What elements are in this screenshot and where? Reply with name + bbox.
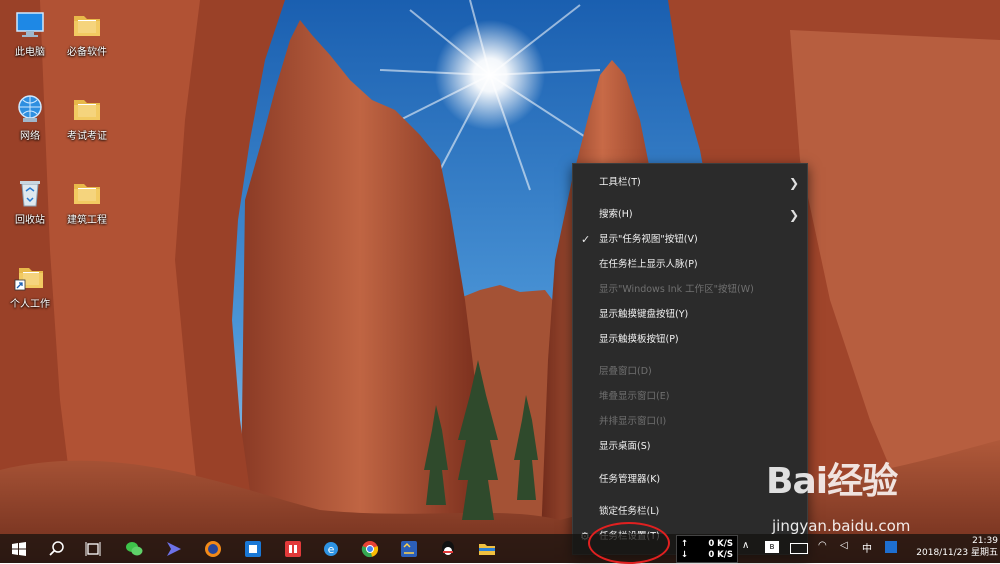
desktop-icon-label: 回收站 <box>15 215 45 226</box>
folder-shortcut-icon <box>14 268 43 291</box>
clock-date: 2018/11/23 星期五 <box>916 548 998 558</box>
file-explorer-icon <box>479 544 495 555</box>
menu-item-search[interactable]: 搜索(H) ❯ <box>573 204 807 226</box>
firefox-icon <box>205 541 221 557</box>
menu-item-show-people[interactable]: 在任务栏上显示人脉(P) <box>573 254 807 276</box>
taskbar-app-file-explorer[interactable] <box>474 536 500 561</box>
menu-item-side-by-side-windows: 并排显示窗口(I) <box>599 416 667 427</box>
taskbar-app-wechat[interactable] <box>121 536 147 561</box>
baidu-watermark: Bai经验 jingyan.baidu.com <box>766 452 986 542</box>
taskbar-app-firefox[interactable] <box>200 536 226 561</box>
user-tray-icon[interactable] <box>885 541 897 553</box>
menu-item-stack-windows: 堆叠显示窗口(E) <box>599 391 670 402</box>
task-view-icon <box>85 542 101 556</box>
system-clock[interactable]: 21:39 2018/11/23 星期五 <box>908 535 998 559</box>
app-icon <box>401 541 417 557</box>
desktop-icon-label: 网络 <box>20 131 40 142</box>
desktop-icon-label: 个人工作 <box>10 299 50 310</box>
upload-arrow-icon: ↑ <box>681 539 689 549</box>
svg-text:e: e <box>328 543 335 556</box>
desktop-icon-construction-engineering[interactable]: 建筑工程 <box>57 176 117 227</box>
computer-icon <box>16 12 44 37</box>
menu-item-show-touchpad[interactable]: 显示触摸板按钮(P) <box>573 329 807 351</box>
folder-icon <box>74 184 100 204</box>
wechat-icon <box>126 542 143 556</box>
watermark-url: jingyan.baidu.com <box>772 517 911 535</box>
app-store-icon <box>245 541 261 557</box>
baidu-tray-icon[interactable]: B <box>765 541 779 553</box>
search-button[interactable] <box>44 536 70 561</box>
network-speed-widget[interactable]: ↑ 0 K/S ↓ 0 K/S <box>676 535 738 563</box>
upload-speed: 0 K/S <box>708 539 733 549</box>
network-icon <box>18 95 42 122</box>
battery-icon[interactable] <box>790 543 808 554</box>
taskbar-app-store[interactable] <box>240 536 266 561</box>
taskbar-app-2[interactable] <box>396 536 422 561</box>
desktop-icon-personal-work[interactable]: 个人工作 <box>0 260 60 311</box>
desktop-icon-recycle-bin[interactable]: 回收站 <box>0 176 60 227</box>
netease-icon <box>285 541 301 557</box>
desktop-icon-label: 建筑工程 <box>67 215 107 226</box>
taskbar-app-1[interactable] <box>161 536 187 561</box>
desktop-icon-label: 必备软件 <box>67 47 107 58</box>
folder-icon <box>74 16 100 36</box>
desktop-icon-exam-certificates[interactable]: 考试考证 <box>57 92 117 143</box>
download-arrow-icon: ↓ <box>681 550 689 560</box>
menu-item-cascade-windows: 层叠窗口(D) <box>599 366 652 377</box>
watermark-brand: Bai经验 <box>766 461 898 502</box>
tray-overflow-chevron-icon[interactable]: ∧ <box>742 540 749 551</box>
chrome-icon <box>361 541 379 558</box>
menu-item-show-windows-ink: 显示"Windows Ink 工作区"按钮(W) <box>599 284 754 295</box>
check-icon: ✓ <box>581 233 591 246</box>
menu-item-toolbars[interactable]: 工具栏(T) ❯ <box>573 172 807 194</box>
clock-time: 21:39 <box>972 536 998 546</box>
start-button[interactable] <box>6 536 32 561</box>
desktop-icon-label: 此电脑 <box>15 47 45 58</box>
taskbar-app-ie[interactable]: e <box>318 536 344 561</box>
desktop-icon-network[interactable]: 网络 <box>0 92 60 143</box>
menu-item-show-task-view-button[interactable]: ✓ 显示"任务视图"按钮(V) <box>573 229 807 251</box>
taskbar-app-qq[interactable] <box>435 536 461 561</box>
chevron-right-icon: ❯ <box>789 208 800 222</box>
menu-item-show-touch-keyboard[interactable]: 显示触摸键盘按钮(Y) <box>573 304 807 326</box>
folder-icon <box>74 100 100 120</box>
recycle-bin-icon <box>20 181 40 207</box>
download-speed: 0 K/S <box>708 550 733 560</box>
qq-icon <box>442 541 454 555</box>
app-icon <box>167 542 181 556</box>
start-icon <box>12 542 26 556</box>
ie-icon: e <box>324 542 338 556</box>
task-view-button[interactable] <box>80 536 106 561</box>
taskbar-app-netease[interactable] <box>280 536 306 561</box>
desktop-icon-essential-software[interactable]: 必备软件 <box>57 8 117 59</box>
ime-indicator[interactable]: 中 <box>862 540 872 555</box>
taskbar-app-chrome[interactable] <box>357 536 383 561</box>
desktop-icon-label: 考试考证 <box>67 131 107 142</box>
desktop-icon-this-pc[interactable]: 此电脑 <box>0 8 60 59</box>
chevron-right-icon: ❯ <box>789 176 800 190</box>
search-icon <box>49 541 64 556</box>
